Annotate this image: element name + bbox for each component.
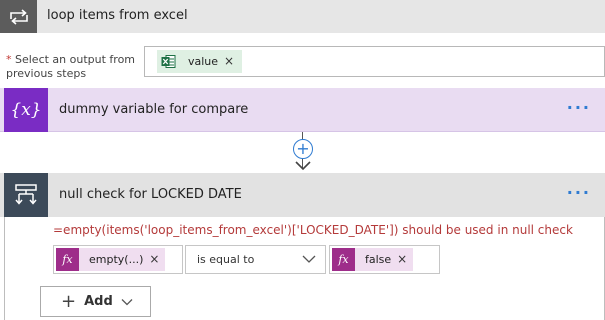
chevron-down-icon <box>302 255 316 263</box>
variable-more-options-icon[interactable]: ··· <box>567 88 591 128</box>
loop-title: loop items from excel <box>47 8 188 23</box>
left-expression-label: empty(...) <box>89 253 144 266</box>
right-expression-token[interactable]: fx false × <box>332 248 414 271</box>
chevron-down-icon <box>121 298 133 305</box>
condition-header[interactable]: null check for LOCKED DATE ··· <box>0 173 605 217</box>
add-condition-button[interactable]: + Add <box>40 286 151 317</box>
select-output-field[interactable]: value × <box>144 46 605 77</box>
condition-icon <box>4 173 48 217</box>
operator-label: is equal to <box>197 253 255 266</box>
plus-icon: + <box>61 291 77 312</box>
variable-action-card[interactable]: {x} dummy variable for compare ··· <box>0 88 605 132</box>
function-icon: fx <box>332 248 355 271</box>
variable-action-title: dummy variable for compare <box>59 102 249 117</box>
function-icon: fx <box>56 248 79 271</box>
select-output-label: * Select an output from previous steps <box>6 53 142 80</box>
null-check-hint: =empty(items('loop_items_from_excel')['L… <box>53 223 573 237</box>
left-operand-field[interactable]: fx empty(...) × <box>53 245 183 274</box>
variable-icon: {x} <box>4 88 48 132</box>
right-expression-label: false <box>365 253 392 266</box>
right-token-remove-icon[interactable]: × <box>397 248 413 271</box>
add-button-label: Add <box>84 294 113 309</box>
insert-step-button[interactable]: + <box>293 139 313 159</box>
select-output-label-text: Select an output from previous steps <box>6 53 136 80</box>
condition-title: null check for LOCKED DATE <box>59 187 242 202</box>
left-token-remove-icon[interactable]: × <box>149 248 165 271</box>
right-operand-field[interactable]: fx false × <box>329 245 440 274</box>
excel-icon <box>157 50 180 73</box>
arrow-down-icon <box>295 161 311 171</box>
left-expression-token[interactable]: fx empty(...) × <box>56 248 166 271</box>
operator-dropdown[interactable]: is equal to <box>185 245 326 274</box>
loop-icon <box>0 0 37 33</box>
condition-more-options-icon[interactable]: ··· <box>567 173 591 213</box>
value-token[interactable]: value × <box>157 50 243 73</box>
required-marker: * <box>6 53 12 66</box>
value-token-label: value <box>188 55 219 68</box>
loop-header[interactable]: loop items from excel <box>0 0 605 33</box>
value-token-remove-icon[interactable]: × <box>224 50 242 73</box>
